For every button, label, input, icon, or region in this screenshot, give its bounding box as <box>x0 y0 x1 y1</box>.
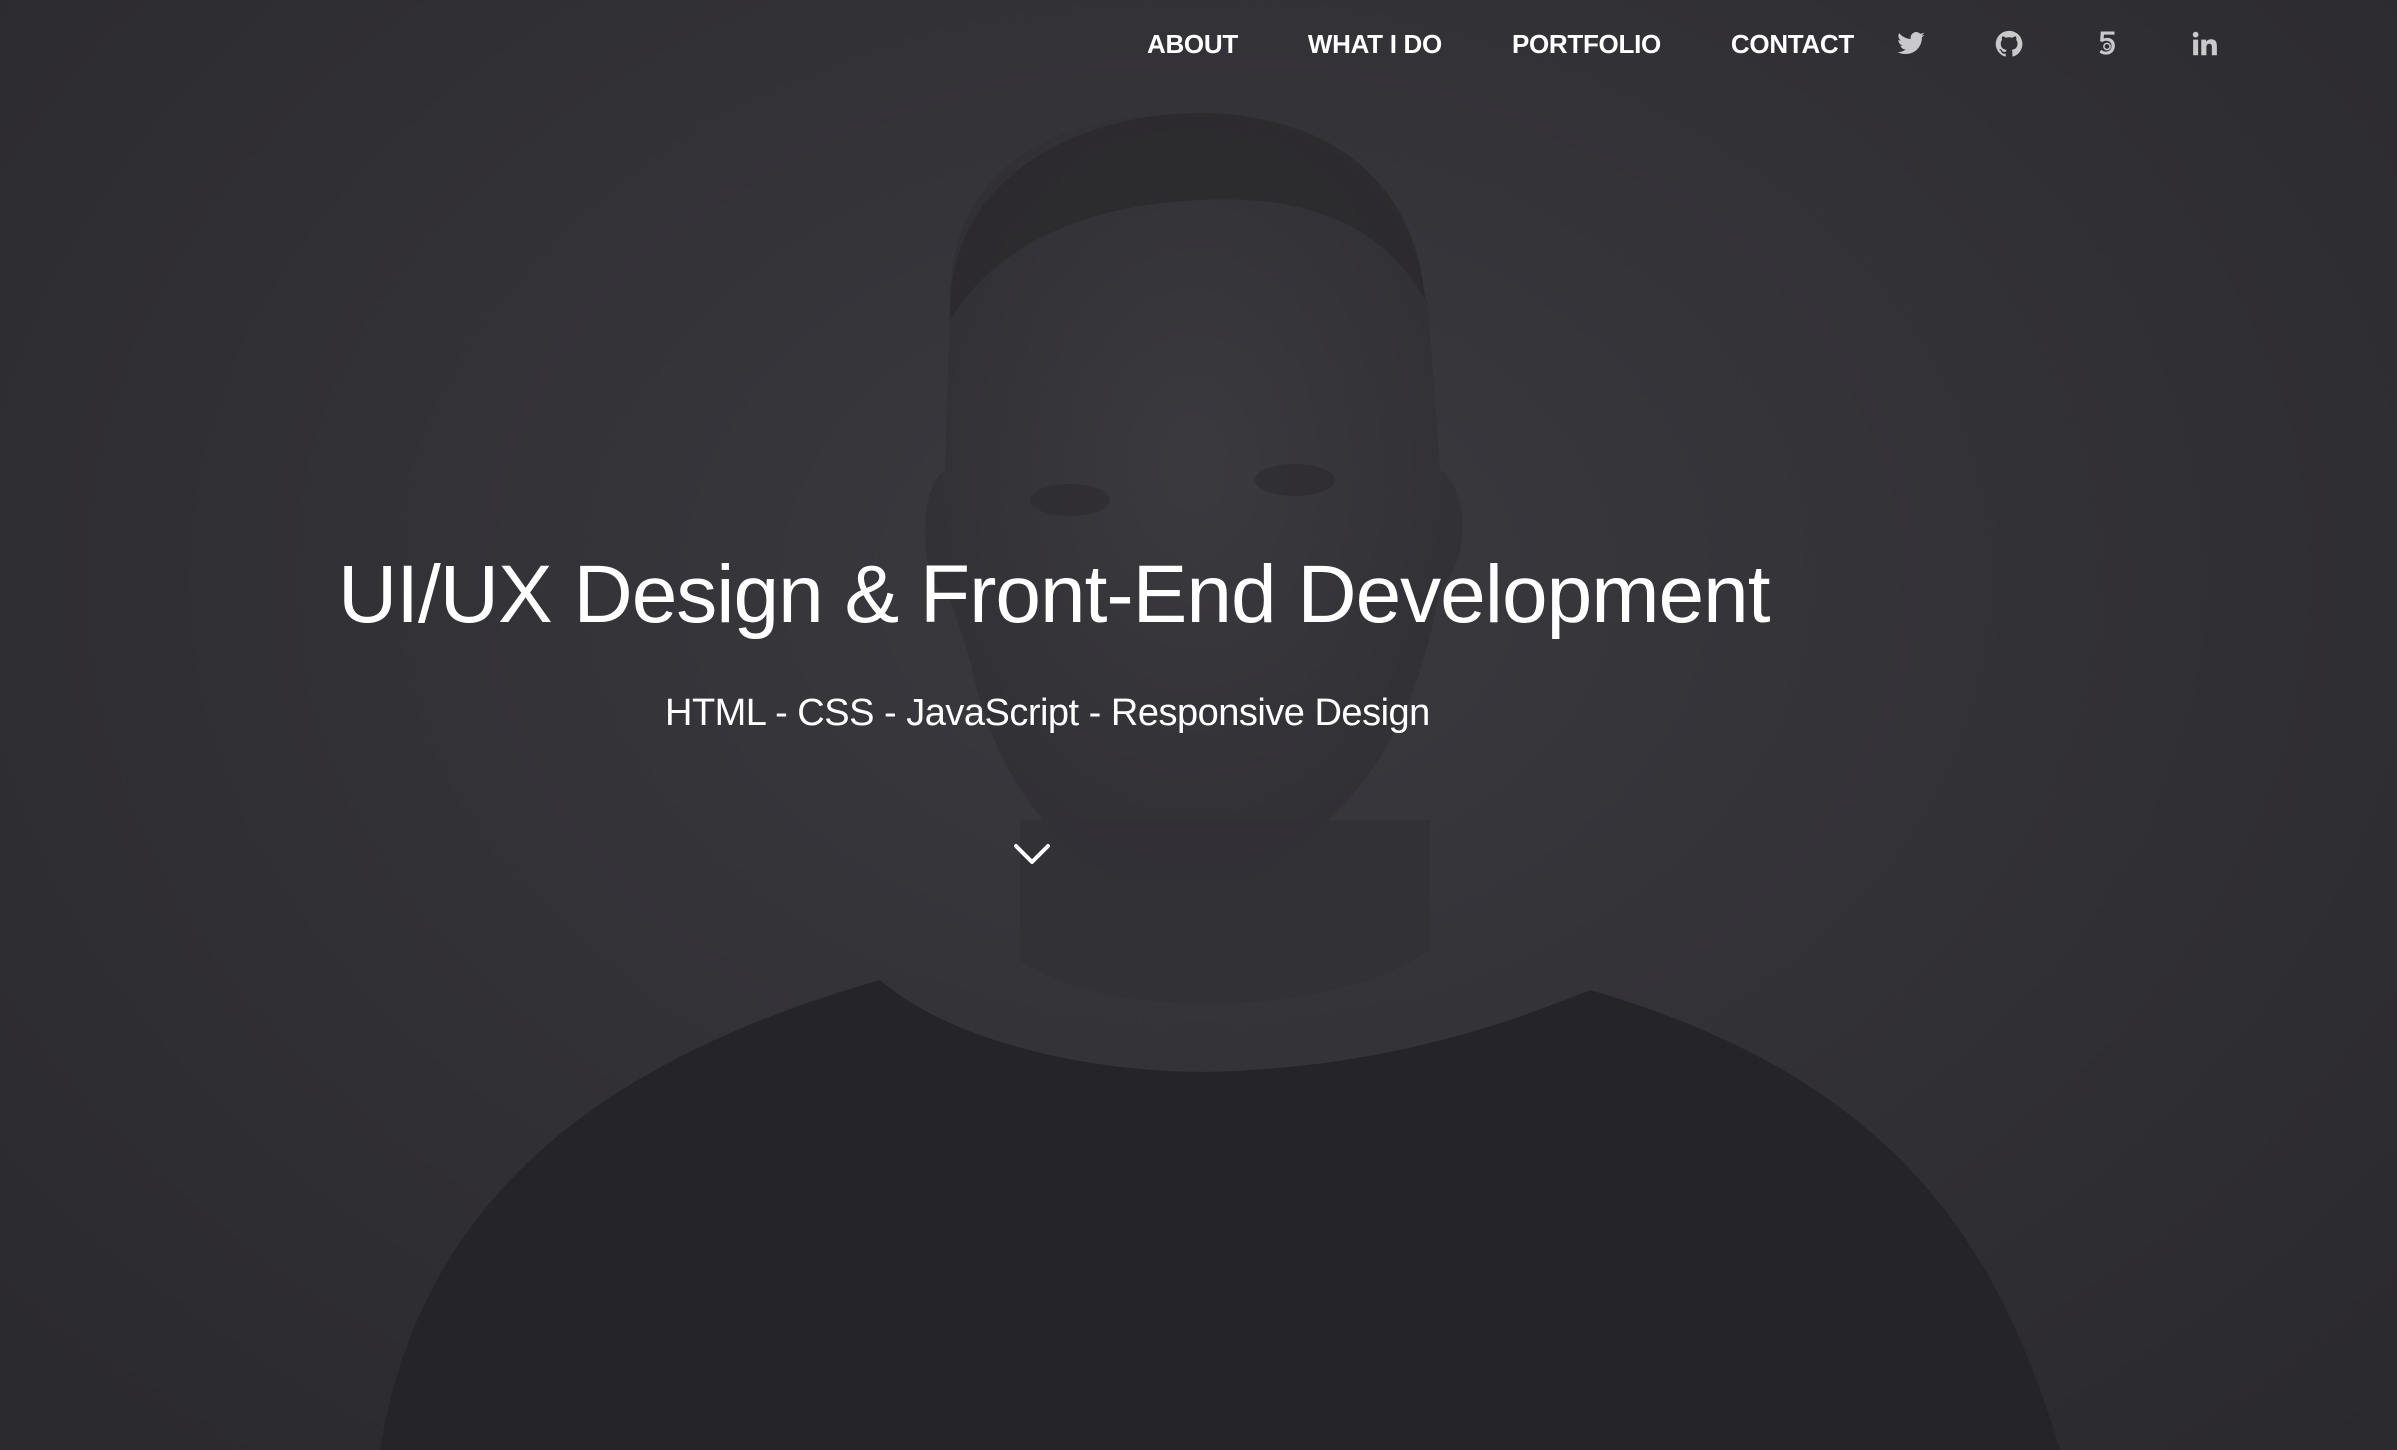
html5-icon[interactable] <box>2090 27 2124 61</box>
hero-headline: UI/UX Design & Front-End Development <box>338 549 1771 640</box>
nav-item-contact[interactable]: CONTACT <box>1731 29 1854 60</box>
nav-item-portfolio[interactable]: PORTFOLIO <box>1512 29 1661 60</box>
hero-section: ABOUT WHAT I DO PORTFOLIO CONTACT UI/UX … <box>0 0 2397 1450</box>
nav-item-what-i-do[interactable]: WHAT I DO <box>1308 29 1442 60</box>
social-links <box>1894 27 2222 61</box>
main-nav: ABOUT WHAT I DO PORTFOLIO CONTACT <box>1147 0 2397 88</box>
linkedin-icon[interactable] <box>2188 27 2222 61</box>
hero-subline: HTML - CSS - JavaScript - Responsive Des… <box>665 692 1430 734</box>
github-icon[interactable] <box>1992 27 2026 61</box>
twitter-icon[interactable] <box>1894 27 1928 61</box>
nav-item-about[interactable]: ABOUT <box>1147 29 1238 60</box>
chevron-down-icon[interactable] <box>1010 836 1054 870</box>
